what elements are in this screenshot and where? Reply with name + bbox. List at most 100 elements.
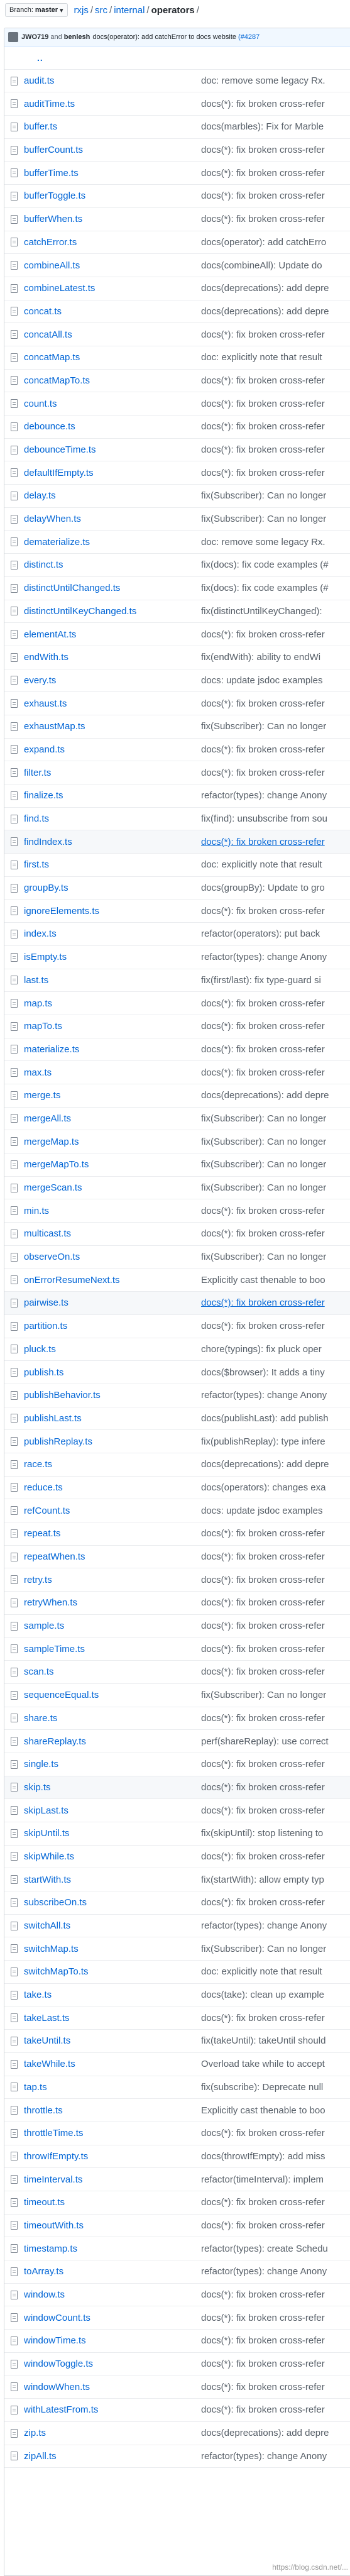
commit-message-link[interactable]: fix(distinctUntilKeyChanged): — [201, 606, 350, 617]
file-row[interactable]: windowWhen.ts docs(*): fix broken cross-r… — [4, 2375, 350, 2399]
commit-message-link[interactable]: fix(skipUntil): stop listening to — [201, 1828, 350, 1839]
commit-message-link[interactable]: refactor(types): change Anony — [201, 2451, 350, 2462]
file-row[interactable]: sampleTime.ts docs(*): fix broken cross-r… — [4, 1638, 350, 1661]
commit-message-link[interactable]: fix(Subscriber): Can no longer — [201, 490, 350, 501]
file-name-link[interactable]: count.ts — [24, 399, 201, 409]
commit-message-link[interactable]: docs(*): fix broken cross-refer — [201, 1551, 350, 1562]
file-row[interactable]: publishReplay.ts fix(publishReplay): type… — [4, 1430, 350, 1453]
file-row[interactable]: throttle.ts Explicitly cast thenable to b… — [4, 2099, 350, 2122]
file-name-link[interactable]: takeWhile.ts — [24, 2059, 201, 2069]
file-name-link[interactable]: share.ts — [24, 1713, 201, 1724]
file-name-link[interactable]: scan.ts — [24, 1666, 201, 1677]
file-row[interactable]: find.ts fix(find): unsubscribe from sou — [4, 808, 350, 831]
file-row[interactable]: mergeScan.ts fix(Subscriber): Can no long… — [4, 1177, 350, 1200]
file-row[interactable]: startWith.ts fix(startWith): allow empty … — [4, 1868, 350, 1891]
file-row[interactable]: auditTime.ts docs(*): fix broken cross-re… — [4, 92, 350, 116]
file-row[interactable]: every.ts docs: update jsdoc examples — [4, 669, 350, 693]
file-name-link[interactable]: throwIfEmpty.ts — [24, 2151, 201, 2162]
file-name-link[interactable]: retryWhen.ts — [24, 1597, 201, 1608]
file-name-link[interactable]: windowCount.ts — [24, 2313, 201, 2323]
file-name-link[interactable]: pairwise.ts — [24, 1297, 201, 1308]
file-row[interactable]: buffer.ts docs(marbles): Fix for Marble — [4, 116, 350, 139]
commit-message-link[interactable]: docs(*): fix broken cross-refer — [201, 2128, 350, 2138]
file-name-link[interactable]: exhaust.ts — [24, 698, 201, 709]
commit-message-link[interactable]: docs(*): fix broken cross-refer — [201, 2313, 350, 2323]
file-name-link[interactable]: withLatestFrom.ts — [24, 2404, 201, 2415]
commit-message-link[interactable]: fix(endWith): ability to endWi — [201, 652, 350, 663]
file-name-link[interactable]: debounceTime.ts — [24, 444, 201, 455]
commit-message-link[interactable]: docs(*): fix broken cross-refer — [201, 1528, 350, 1539]
file-name-link[interactable]: timestamp.ts — [24, 2243, 201, 2254]
file-name-link[interactable]: shareReplay.ts — [24, 1736, 201, 1747]
file-name-link[interactable]: timeInterval.ts — [24, 2174, 201, 2185]
commit-message-link[interactable]: docs(*): fix broken cross-refer — [201, 214, 350, 224]
commit-message-link[interactable]: docs(operators): changes exa — [201, 1482, 350, 1493]
commit-message-link[interactable]: docs(*): fix broken cross-refer — [201, 329, 350, 340]
file-row[interactable]: takeUntil.ts fix(takeUntil): takeUntil sh… — [4, 2030, 350, 2053]
file-name-link[interactable]: reduce.ts — [24, 1482, 201, 1493]
commit-message-link[interactable]: refactor(types): change Anony — [201, 952, 350, 962]
file-name-link[interactable]: timeoutWith.ts — [24, 2220, 201, 2231]
file-row[interactable]: publish.ts docs($browser): It adds a tiny — [4, 1361, 350, 1384]
file-name-link[interactable]: ignoreElements.ts — [24, 906, 201, 916]
commit-message-link[interactable]: docs(*): fix broken cross-refer — [201, 1759, 350, 1770]
file-name-link[interactable]: skip.ts — [24, 1782, 201, 1793]
commit-message-link[interactable]: docs(*): fix broken cross-refer — [201, 468, 350, 478]
commit-message-link[interactable]: chore(typings): fix pluck oper — [201, 1344, 350, 1355]
file-name-link[interactable]: finalize.ts — [24, 790, 201, 801]
commit-message-link[interactable]: fix(first/last): fix type-guard si — [201, 975, 350, 986]
commit-message-link[interactable]: fix(Subscriber): Can no longer — [201, 1690, 350, 1700]
commit-message-link[interactable]: docs(deprecations): add depre — [201, 2428, 350, 2438]
commit-message-link[interactable]: doc: explicitly note that result — [201, 859, 350, 870]
file-row[interactable]: zipAll.ts refactor(types): change Anony — [4, 2445, 350, 2469]
file-name-link[interactable]: elementAt.ts — [24, 629, 201, 640]
file-row[interactable]: count.ts docs(*): fix broken cross-refer — [4, 392, 350, 416]
commit-message-link[interactable]: docs(*): fix broken cross-refer — [201, 2289, 350, 2300]
file-row[interactable]: publishBehavior.ts refactor(types): chang… — [4, 1384, 350, 1407]
commit-message-link[interactable]: Explicitly cast thenable to boo — [201, 2105, 350, 2116]
file-name-link[interactable]: throttleTime.ts — [24, 2128, 201, 2138]
file-row[interactable]: isEmpty.ts refactor(types): change Anony — [4, 946, 350, 969]
commit-message-link[interactable]: docs(*): fix broken cross-refer — [201, 744, 350, 755]
file-name-link[interactable]: mergeAll.ts — [24, 1113, 201, 1124]
commit-message-link[interactable]: docs(*): fix broken cross-refer — [201, 629, 350, 640]
commit-coauthor-link[interactable]: benlesh — [64, 33, 90, 41]
file-row[interactable]: scan.ts docs(*): fix broken cross-refer — [4, 1661, 350, 1684]
commit-message-link[interactable]: refactor(timeInterval): implem — [201, 2174, 350, 2185]
commit-message-link[interactable]: fix(Subscriber): Can no longer — [201, 1113, 350, 1124]
commit-message-link[interactable]: docs: update jsdoc examples — [201, 675, 350, 686]
file-name-link[interactable]: every.ts — [24, 675, 201, 686]
commit-message-link[interactable]: docs($browser): It adds a tiny — [201, 1367, 350, 1378]
file-row[interactable]: mapTo.ts docs(*): fix broken cross-refer — [4, 1015, 350, 1038]
commit-message-link[interactable]: fix(Subscriber): Can no longer — [201, 1182, 350, 1193]
file-name-link[interactable]: windowWhen.ts — [24, 2382, 201, 2392]
file-row[interactable]: repeatWhen.ts docs(*): fix broken cross-r… — [4, 1546, 350, 1569]
file-name-link[interactable]: max.ts — [24, 1067, 201, 1078]
file-name-link[interactable]: pluck.ts — [24, 1344, 201, 1355]
file-row[interactable]: bufferToggle.ts docs(*): fix broken cross… — [4, 185, 350, 208]
file-row[interactable]: takeWhile.ts Overload take while to accep… — [4, 2053, 350, 2076]
file-name-link[interactable]: repeatWhen.ts — [24, 1551, 201, 1562]
commit-message-link[interactable]: docs(publishLast): add publish — [201, 1413, 350, 1424]
file-name-link[interactable]: materialize.ts — [24, 1044, 201, 1055]
file-name-link[interactable]: zip.ts — [24, 2428, 201, 2438]
file-row[interactable]: zip.ts docs(deprecations): add depre — [4, 2422, 350, 2445]
file-row[interactable]: concatMapTo.ts docs(*): fix broken cross-… — [4, 370, 350, 393]
file-name-link[interactable]: windowToggle.ts — [24, 2359, 201, 2369]
file-row[interactable]: onErrorResumeNext.ts Explicitly cast then… — [4, 1269, 350, 1292]
file-name-link[interactable]: distinctUntilChanged.ts — [24, 583, 201, 593]
file-name-link[interactable]: first.ts — [24, 859, 201, 870]
file-row[interactable]: retry.ts docs(*): fix broken cross-refer — [4, 1568, 350, 1592]
file-name-link[interactable]: dematerialize.ts — [24, 537, 201, 548]
file-name-link[interactable]: window.ts — [24, 2289, 201, 2300]
file-name-link[interactable]: debounce.ts — [24, 421, 201, 432]
file-name-link[interactable]: switchMapTo.ts — [24, 1966, 201, 1977]
file-name-link[interactable]: concatAll.ts — [24, 329, 201, 340]
commit-message-link[interactable]: docs(*): fix broken cross-refer — [201, 1782, 350, 1793]
commit-message-link[interactable]: fix(subscribe): Deprecate null — [201, 2082, 350, 2093]
file-name-link[interactable]: switchAll.ts — [24, 1920, 201, 1931]
file-name-link[interactable]: combineAll.ts — [24, 260, 201, 271]
commit-message-link[interactable]: docs(*): fix broken cross-refer — [201, 1067, 350, 1078]
file-name-link[interactable]: bufferToggle.ts — [24, 190, 201, 201]
commit-pr-link[interactable]: (#4287 — [238, 33, 260, 41]
